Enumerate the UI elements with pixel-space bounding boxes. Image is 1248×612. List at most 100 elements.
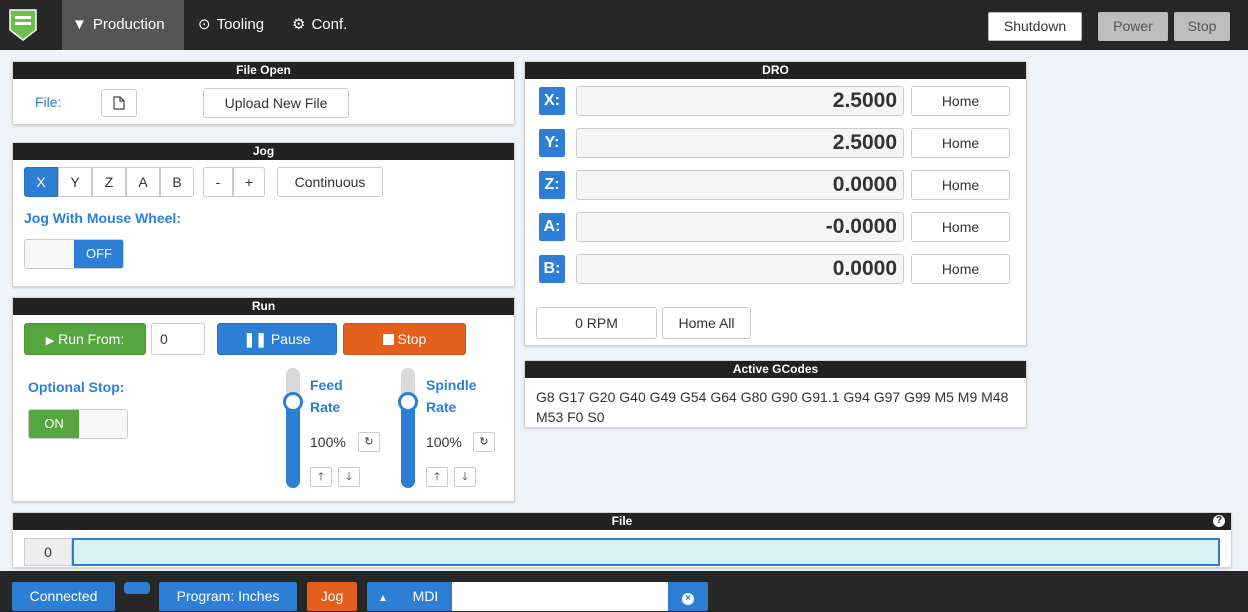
file-label: File: [35,94,62,110]
run-from-label: Run From: [58,331,125,347]
home-a-button[interactable]: Home [911,212,1010,242]
optional-stop-toggle[interactable]: ON [28,409,128,439]
top-nav-bar: ▼ Production ⊙ Tooling ⚙ Conf. Shutdown Pow… [0,0,1248,50]
active-gcodes-title: Active GCodes [525,361,1026,378]
jog-panel: Jog X Y Z A B - + Continuous Jog With Mo… [12,142,515,287]
gears-icon: ⚙ [292,16,306,33]
file-open-panel: File Open File: Upload New File [12,61,515,125]
home-b-button[interactable]: Home [911,254,1010,284]
run-panel: Run ▶ Run From: 0 ❚❚ Pause Stop Optional… [12,297,515,502]
dro-title: DRO [525,62,1026,79]
spindle-rate-label-2: Rate [426,399,457,415]
funnel-icon: ▼ [72,16,87,33]
status-bar: Connected Program: Inches Jog ▲ MDI × [0,571,1248,612]
connected-status-button[interactable]: Connected [12,582,115,611]
spindle-rate-up-button[interactable]: 🡑 [426,467,448,487]
home-z-button[interactable]: Home [911,170,1010,200]
mdi-label: MDI [399,582,452,611]
mdi-history-button[interactable]: ▲ [367,582,399,611]
pocketnc-logo[interactable] [8,8,38,42]
mdi-input[interactable] [452,582,668,611]
feed-rate-label-1: Feed [310,377,343,393]
file-line-number: 0 [24,538,72,566]
run-from-line-input[interactable]: 0 [151,323,205,355]
question-circle-icon[interactable]: ? [1213,515,1225,527]
play-circle-icon: ⊙ [198,16,211,33]
active-gcodes-text: G8 G17 G20 G40 G49 G54 G64 G80 G90 G91.1… [536,389,1009,425]
jog-title: Jog [13,143,514,160]
jog-mode-button[interactable]: Jog [307,582,357,611]
feed-rate-reset-button[interactable]: ↻ [358,432,380,452]
spindle-rate-slider-knob[interactable] [398,392,418,412]
toggle-on-state: ON [29,410,79,438]
dro-axis-y-label: Y: [539,129,565,157]
jog-minus-button[interactable]: - [203,167,233,197]
spindle-rate-reset-button[interactable]: ↻ [473,432,495,452]
feed-rate-slider-knob[interactable] [283,392,303,412]
dro-panel: DRO X: 2.5000 Home Y: 2.5000 Home Z: 0.0… [524,61,1027,346]
power-button[interactable]: Power [1098,12,1168,41]
jog-mouse-wheel-toggle[interactable]: OFF [24,239,124,269]
feed-rate-up-button[interactable]: 🡑 [310,467,332,487]
feed-rate-label-2: Rate [310,399,341,415]
tab-tooling[interactable]: ⊙ Tooling [188,0,274,50]
arrow-up-icon: 🡑 [318,471,324,483]
file-panel: File ? 0 [12,512,1232,568]
jog-continuous-button[interactable]: Continuous [277,167,383,197]
dro-b-value: 0.0000 [576,254,904,284]
pause-icon: ❚❚ [243,331,267,347]
caret-up-icon: ▲ [378,593,388,604]
arrow-down-icon: 🡓 [346,471,352,483]
mdi-clear-button[interactable]: × [668,582,708,611]
tab-production[interactable]: ▼ Production [62,0,184,50]
spindle-rate-slider[interactable] [398,368,418,488]
home-y-button[interactable]: Home [911,128,1010,158]
dro-axis-z-label: Z: [539,171,565,199]
dro-y-value: 2.5000 [576,128,904,158]
spindle-rpm-display: 0 RPM [536,307,657,339]
spindle-rate-value: 100% [426,434,462,450]
home-x-button[interactable]: Home [911,86,1010,116]
toggle-off-state: OFF [74,240,123,268]
jog-mouse-wheel-label: Jog With Mouse Wheel: [24,210,181,226]
tab-conf-label: Conf. [311,16,348,33]
stop-square-icon [382,334,394,345]
play-icon: ▶ [45,335,55,347]
jog-axis-a-button[interactable]: A [126,167,160,197]
jog-plus-button[interactable]: + [233,167,265,197]
dro-axis-x-label: X: [539,87,565,115]
file-panel-title: File [13,513,1231,530]
jog-axis-b-button[interactable]: B [160,167,194,197]
home-all-button[interactable]: Home All [662,307,751,339]
jog-axis-z-button[interactable]: Z [92,167,126,197]
spindle-rate-down-button[interactable]: 🡓 [454,467,476,487]
feed-rate-value: 100% [310,434,346,450]
dro-axis-b-label: B: [539,255,565,283]
machine-stop-button[interactable]: Stop [1174,12,1230,41]
upload-new-file-button[interactable]: Upload New File [203,88,349,118]
arrow-up-icon: 🡑 [434,471,440,483]
dro-a-value: -0.0000 [576,212,904,242]
arrow-down-icon: 🡓 [462,471,468,483]
file-open-title: File Open [13,62,514,79]
jog-axis-y-button[interactable]: Y [58,167,92,197]
dro-x-value: 2.5000 [576,86,904,116]
feed-rate-slider-fill [286,402,300,488]
pause-button[interactable]: ❚❚ Pause [217,323,337,355]
jog-axis-x-button[interactable]: X [24,167,58,197]
pause-label: Pause [270,331,311,347]
shutdown-button[interactable]: Shutdown [988,12,1082,41]
feed-rate-slider[interactable] [283,368,303,488]
optional-stop-label: Optional Stop: [28,379,125,395]
run-from-button[interactable]: ▶ Run From: [24,323,146,355]
run-title: Run [13,298,514,315]
spindle-rate-slider-fill [401,402,415,488]
file-line-content[interactable] [72,538,1220,566]
feed-rate-down-button[interactable]: 🡓 [338,467,360,487]
program-units-button[interactable]: Program: Inches [159,582,297,611]
active-gcodes-panel: Active GCodes G8 G17 G20 G40 G49 G54 G64… [524,360,1027,428]
file-icon [113,96,125,110]
file-select-button[interactable] [101,89,137,117]
tab-conf[interactable]: ⚙ Conf. [282,0,357,50]
run-stop-button[interactable]: Stop [343,323,466,355]
